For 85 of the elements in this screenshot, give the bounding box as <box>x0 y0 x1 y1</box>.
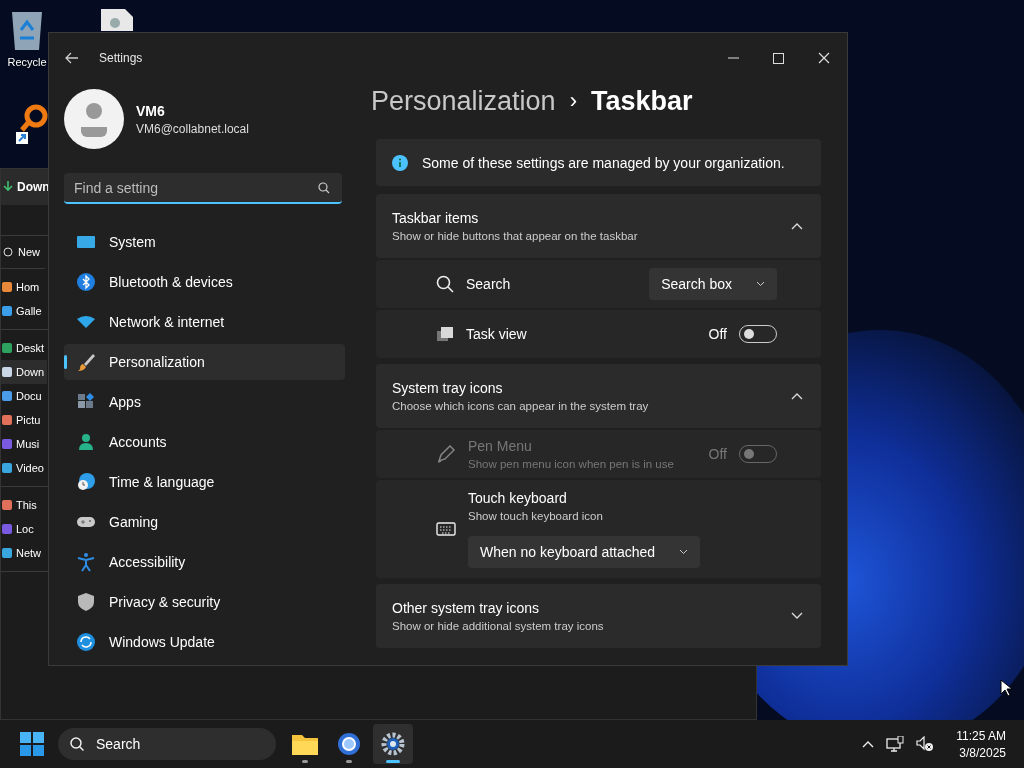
clock-date[interactable]: 3/8/2025 <box>959 745 1006 760</box>
desktop-icon-label[interactable]: Recycle <box>7 56 47 68</box>
navigation-item[interactable]: Hom <box>1 275 47 299</box>
search-icon <box>318 182 330 194</box>
sidebar-item[interactable]: System <box>64 224 345 260</box>
pen-icon <box>436 444 456 464</box>
setting-label: Pen Menu <box>468 438 533 454</box>
chevron-icon <box>791 392 803 400</box>
dropdown[interactable]: When no keyboard attached <box>468 536 701 568</box>
window-title: Settings <box>99 51 143 65</box>
setting-description: Show pen menu icon when pen is in use <box>468 458 675 470</box>
breadcrumb-separator: › <box>569 88 577 114</box>
sidebar-item[interactable]: Personalization <box>64 344 345 380</box>
speaker-muted-icon[interactable] <box>916 736 935 752</box>
info-icon <box>392 154 408 171</box>
navigation-item[interactable]: Galle <box>1 299 47 323</box>
user-email: VM6@collabnet.local <box>136 121 249 136</box>
stacked-windows-icon <box>436 326 454 342</box>
windows-logo-icon[interactable] <box>20 732 44 756</box>
bluetooth-icon <box>76 272 96 292</box>
sidebar-item[interactable]: Windows Update <box>64 624 345 660</box>
accessibility-figure-icon <box>76 552 96 572</box>
search-icon <box>436 275 454 293</box>
network-monitor-icon[interactable] <box>886 736 905 752</box>
keyboard-icon <box>436 522 456 536</box>
page-title: Taskbar <box>590 85 693 117</box>
chevron-down-icon <box>756 281 765 287</box>
navigation-item[interactable]: Video <box>1 456 47 480</box>
dropdown[interactable]: Search box <box>649 268 777 300</box>
navigation-item[interactable]: Docu <box>1 384 47 408</box>
setting-label: Touch keyboard <box>468 490 568 506</box>
search-field[interactable]: Find a setting <box>64 173 342 204</box>
setting-label: Task view <box>466 326 528 342</box>
taskbar-search-box[interactable]: Search <box>58 728 276 760</box>
expander-header[interactable]: System tray icons Choose which icons can appear in the system tray <box>376 364 821 428</box>
navigation-item[interactable]: Loc <box>1 517 47 541</box>
navigation-item[interactable]: Down <box>1 360 47 384</box>
setting-description: Show touch keyboard icon <box>468 510 604 522</box>
sidebar-item[interactable]: Network & internet <box>64 304 345 340</box>
window-title: Down <box>17 180 50 194</box>
document-icon[interactable] <box>100 9 134 31</box>
sidebar-item[interactable]: Gaming <box>64 504 345 540</box>
navigation-item[interactable]: Deskt <box>1 336 47 360</box>
clock-time[interactable]: 11:25 AM <box>956 728 1006 743</box>
sidebar-item[interactable]: Accounts <box>64 424 345 460</box>
magnifier-shortcut-icon[interactable] <box>16 104 48 146</box>
maximize-icon[interactable] <box>773 52 784 64</box>
sidebar-item[interactable]: Accessibility <box>64 544 345 580</box>
sidebar-item[interactable]: Bluetooth & devices <box>64 264 345 300</box>
info-message: Some of these settings are managed by your organization. <box>422 154 785 171</box>
new-button[interactable]: New <box>1 236 45 269</box>
brush-icon <box>76 352 96 372</box>
chevron-up-icon[interactable] <box>862 740 875 748</box>
refresh-icon <box>76 632 96 652</box>
setting-label: Search <box>466 276 512 292</box>
sidebar-item[interactable]: Apps <box>64 384 345 420</box>
selection-indicator <box>64 355 67 369</box>
chevron-down-icon <box>679 549 689 555</box>
gear-icon <box>381 732 405 756</box>
toggle-state-label: Off <box>708 326 727 342</box>
avatar-silhouette-icon[interactable] <box>64 89 124 149</box>
person-icon <box>76 432 96 452</box>
user-name: VM6 <box>136 102 166 119</box>
close-icon[interactable] <box>818 52 830 64</box>
browser-icon <box>337 732 361 756</box>
search-icon <box>70 737 84 751</box>
navigation-item[interactable]: Netw <box>1 541 47 565</box>
mouse-pointer-icon <box>1000 679 1012 697</box>
sidebar-item[interactable]: Privacy & security <box>64 584 345 620</box>
folder-icon <box>292 733 318 755</box>
expander-header[interactable]: Taskbar items Show or hide buttons that appear on the taskbar <box>376 194 821 258</box>
navigation-item[interactable]: This <box>1 493 47 517</box>
shield-icon <box>76 592 96 612</box>
breadcrumb-link[interactable]: Personalization <box>371 85 556 117</box>
navigation-item[interactable]: Musi <box>1 432 47 456</box>
chevron-icon <box>791 612 803 620</box>
sidebar-item[interactable]: Time & language <box>64 464 345 500</box>
navigation-item[interactable]: Pictu <box>1 408 47 432</box>
back-arrow-icon[interactable] <box>65 52 79 64</box>
expander-header[interactable]: Other system tray icons Show or hide additional system tray icons <box>376 584 821 648</box>
toggle-state-label: Off <box>708 446 727 462</box>
taskbar-app[interactable] <box>373 724 413 764</box>
clock-icon <box>76 472 96 492</box>
chevron-icon <box>791 222 803 230</box>
download-arrow-icon <box>3 181 13 193</box>
